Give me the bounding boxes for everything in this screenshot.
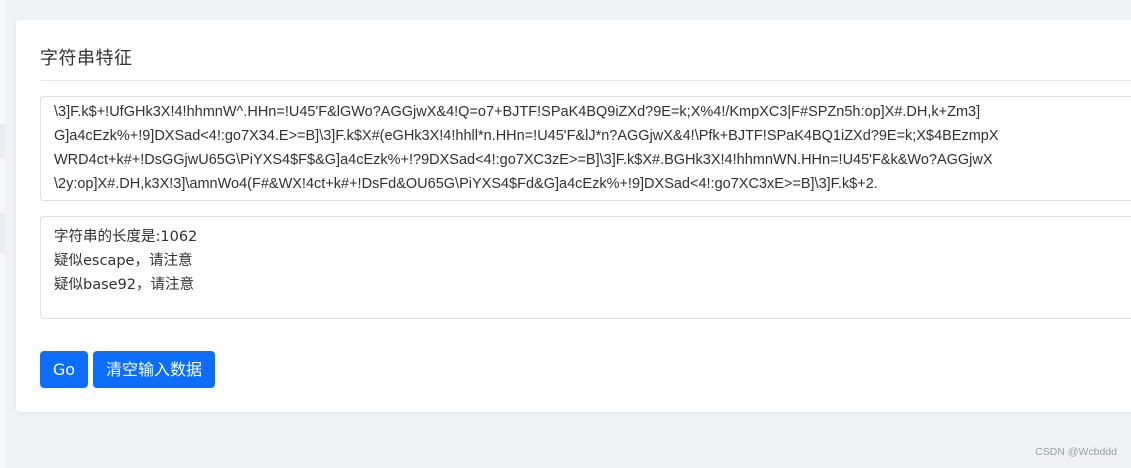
input-line: WRD4ct+k#+!DsGGjwU65G\PiYXS4$F$&G]a4cEzk…	[54, 152, 993, 168]
title-divider	[40, 80, 1131, 81]
result-length-line: 字符串的长度是:1062	[54, 229, 198, 245]
go-button[interactable]: Go	[40, 351, 88, 388]
sidebar-active-marker	[0, 213, 5, 253]
string-input-textarea[interactable]: \3]F.k$+!UfGHk3X!4!hhmnW^.HHn=!U45'F&lGW…	[40, 96, 1131, 201]
result-output-textarea[interactable]: 字符串的长度是:1062 疑似escape，请注意 疑似base92，请注意	[40, 216, 1131, 319]
result-base92-line: 疑似base92，请注意	[54, 277, 195, 293]
sidebar-active-marker	[0, 124, 5, 158]
csdn-watermark: CSDN @Wcbddd	[1035, 446, 1117, 458]
result-escape-line: 疑似escape，请注意	[54, 253, 193, 269]
string-feature-card: 字符串特征 \3]F.k$+!UfGHk3X!4!hhmnW^.HHn=!U45…	[16, 20, 1131, 412]
input-line: \2y:op]X#.DH,k3X!3]\amnWo4(F#&WX!4ct+k#+…	[54, 176, 878, 192]
card-title: 字符串特征	[40, 48, 133, 69]
left-sidebar-edge	[0, 0, 5, 468]
clear-input-button[interactable]: 清空输入数据	[93, 351, 215, 388]
input-line: \3]F.k$+!UfGHk3X!4!hhmnW^.HHn=!U45'F&lGW…	[54, 104, 981, 120]
input-line: G]a4cEzk%+!9]DXSad<4!:go7X34.E>=B]\3]F.k…	[54, 128, 999, 144]
